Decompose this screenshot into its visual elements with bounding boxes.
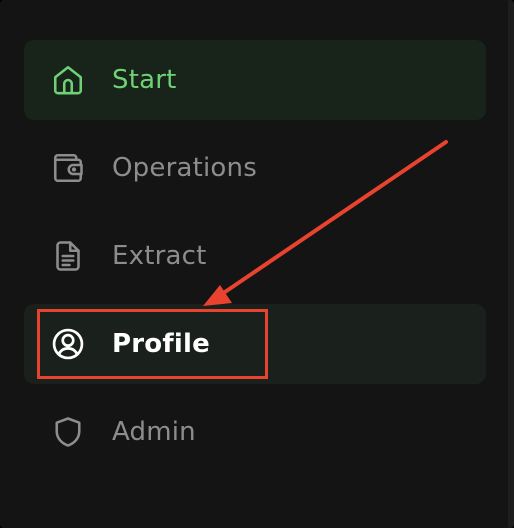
sidebar-item-label: Extract xyxy=(112,241,207,271)
sidebar-item-extract[interactable]: Extract xyxy=(24,216,486,296)
shield-icon xyxy=(49,413,87,451)
sidebar-item-admin[interactable]: Admin xyxy=(24,392,486,472)
home-icon xyxy=(49,61,87,99)
document-icon xyxy=(49,237,87,275)
sidebar-item-profile[interactable]: Profile xyxy=(24,304,486,384)
sidebar-item-label: Profile xyxy=(112,329,210,359)
sidebar-nav: Start Operations Extract Profile Admin xyxy=(24,40,486,480)
wallet-icon xyxy=(49,149,87,187)
sidebar-item-start[interactable]: Start xyxy=(24,40,486,120)
user-circle-icon xyxy=(49,325,87,363)
sidebar-item-label: Admin xyxy=(112,417,196,447)
sidebar-item-label: Operations xyxy=(112,153,257,183)
sidebar-item-label: Start xyxy=(112,65,177,95)
sidebar-item-operations[interactable]: Operations xyxy=(24,128,486,208)
sidebar-panel: Start Operations Extract Profile Admin xyxy=(0,0,514,528)
